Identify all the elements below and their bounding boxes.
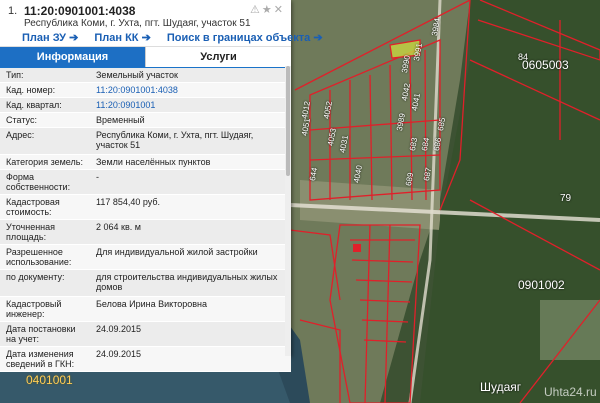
attribute-row: Дата изменения сведений в ГКН: 24.09.2015 [0, 347, 291, 372]
map-label-quarter: 0401001 [26, 373, 73, 387]
attribute-value: 24.09.2015 [96, 349, 142, 359]
attribute-key: Уточненная площадь: [6, 222, 56, 242]
attribute-value: Республика Коми, г. Ухта, пгт. Шудаяг, у… [96, 130, 254, 150]
attribute-row: Статус: Временный [0, 113, 291, 128]
attribute-value[interactable]: 11:20:0901001:4038 [92, 83, 291, 97]
attribute-key: Статус: [6, 115, 37, 125]
card-header: 1. 11:20:0901001:4038 ⚠★✕ Республика Ком… [0, 0, 323, 47]
attribute-key: Кад. квартал: [6, 100, 62, 110]
search-within-object-link[interactable]: Поиск в границах объекта ➔ [167, 32, 323, 44]
attribute-row: Адрес: Республика Коми, г. Ухта, пгт. Шуд… [0, 128, 291, 155]
attribute-row: Форма собственности: - [0, 170, 291, 195]
card-links: План ЗУ ➔ План КК ➔ Поиск в границах объ… [22, 31, 336, 44]
attribute-value[interactable]: 11:20:0901001 [92, 98, 291, 112]
attribute-key: Кад. номер: [6, 85, 56, 95]
attribute-key: Кадастровый инженер: [6, 299, 62, 319]
attribute-key: Категория земель: [6, 157, 83, 167]
attribute-table: Тип: Земельный участок Кад. номер: 11:20:09… [0, 68, 291, 372]
attribute-value: Белова Ирина Викторовна [96, 299, 207, 309]
attribute-value: для строительства индивидуальных жилых д… [96, 272, 278, 292]
tab-bar: Информация Услуги [0, 47, 291, 68]
scrollbar[interactable] [285, 66, 291, 356]
attribute-row: Кадастровая стоимость: 117 854,40 руб. [0, 195, 291, 220]
attribute-value: 24.09.2015 [96, 324, 142, 334]
attribute-value: Земли населённых пунктов [96, 157, 211, 167]
attribute-key: Дата изменения сведений в ГКН: [6, 349, 75, 369]
attribute-row: Кад. квартал: 11:20:0901001 [0, 98, 291, 113]
scrollbar-thumb[interactable] [286, 66, 290, 176]
attribute-value: 2 064 кв. м [96, 222, 141, 232]
attribute-row: по документу: для строительства индивидуа… [0, 270, 291, 297]
map-label-quarter: 0901002 [518, 278, 565, 292]
card-address: Республика Коми, г. Ухта, пгт. Шудаяг, у… [24, 18, 251, 29]
cadastral-number-title: 11:20:0901001:4038 [24, 4, 136, 18]
attribute-value: Для индивидуальной жилой застройки [96, 247, 258, 257]
card-index: 1. [8, 5, 18, 17]
attribute-key: Адрес: [6, 130, 35, 140]
attribute-value: 117 854,40 руб. [96, 197, 161, 207]
attribute-row: Дата постановки на учет: 24.09.2015 [0, 322, 291, 347]
attribute-key: Тип: [6, 70, 24, 80]
attribute-key: Форма собственности: [6, 172, 71, 192]
map-label-town: Шудаяг [480, 380, 522, 394]
map-label-quarter: 0605003 [522, 58, 569, 72]
attribute-row: Тип: Земельный участок [0, 68, 291, 83]
attribute-key: Кадастровая стоимость: [6, 197, 60, 217]
attribute-key: Дата постановки на учет: [6, 324, 76, 344]
plan-zu-link[interactable]: План ЗУ ➔ [22, 32, 78, 44]
card-tools[interactable]: ⚠★✕ [250, 3, 285, 16]
object-info-panel: 1. 11:20:0901001:4038 ⚠★✕ Республика Ком… [0, 0, 323, 372]
watermark: Uhta24.ru [544, 385, 597, 399]
attribute-value: Временный [96, 115, 145, 125]
map-label-79: 79 [560, 193, 572, 204]
attribute-row: Разрешенное использование: Для индивидуал… [0, 245, 291, 270]
tab-info[interactable]: Информация [0, 47, 145, 67]
attribute-value: - [96, 172, 99, 182]
attribute-row: Кадастровый инженер: Белова Ирина Викторо… [0, 297, 291, 322]
attribute-key: Разрешенное использование: [6, 247, 72, 267]
plan-kk-link[interactable]: План КК ➔ [94, 32, 150, 44]
attribute-row: Уточненная площадь: 2 064 кв. м [0, 220, 291, 245]
attribute-row: Кад. номер: 11:20:0901001:4038 [0, 83, 291, 98]
attribute-value: Земельный участок [96, 70, 178, 80]
attribute-row: Категория земель: Земли населённых пункто… [0, 155, 291, 170]
attribute-key: по документу: [6, 272, 65, 282]
tab-services[interactable]: Услуги [145, 47, 291, 67]
